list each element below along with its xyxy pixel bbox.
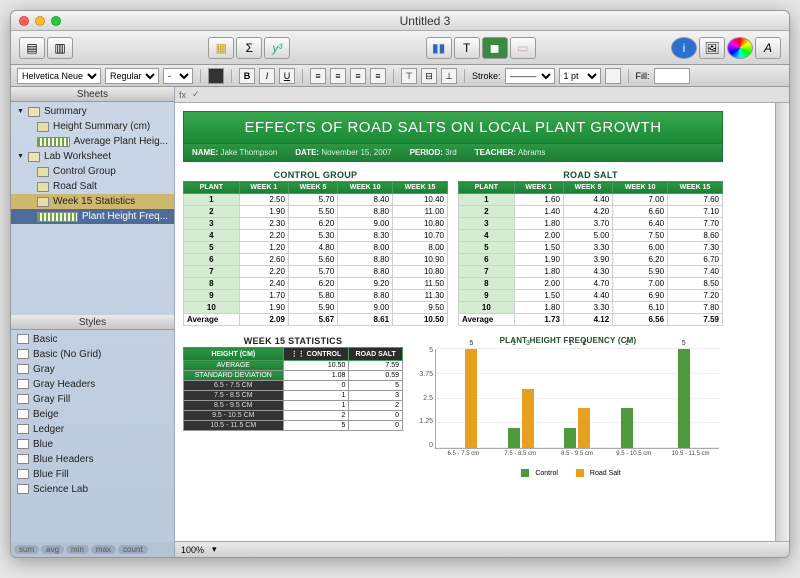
style-item[interactable]: Gray: [11, 362, 174, 377]
inspector-button[interactable]: i: [671, 37, 697, 59]
styles-list: BasicBasic (No Grid)GrayGray HeadersGray…: [11, 330, 174, 543]
control-group-table[interactable]: CONTROL GROUP PLANTWEEK 1WEEK 5WEEK 10WE…: [183, 170, 448, 326]
zoom-level[interactable]: 100%: [181, 545, 204, 555]
plant-height-chart[interactable]: PLANT HEIGHT FREQUENCY (CM) 53.752.51.25…: [413, 336, 723, 477]
format-bar: Helvetica Neue Regular - B I U ≡ ≡ ≡ ≡ ⊤…: [11, 65, 789, 87]
formula-button[interactable]: y³: [264, 37, 290, 59]
styles-header: Styles: [11, 315, 174, 330]
textbox-button[interactable]: T: [454, 37, 480, 59]
doc-title: EFFECTS OF ROAD SALTS ON LOCAL PLANT GRO…: [183, 111, 723, 144]
app-window: Untitled 3 ▤ ▥ ▦ Σ y³ ▮▮ T ◼ ▭ i 🖼 A Hel…: [10, 10, 790, 558]
sidebar: Sheets ▼SummaryHeight Summary (cm)Averag…: [11, 87, 175, 557]
style-item[interactable]: Basic (No Grid): [11, 347, 174, 362]
status-bar: 100% ▾: [175, 541, 789, 557]
view-button[interactable]: ▤: [19, 37, 45, 59]
comment-button[interactable]: ▭: [510, 37, 536, 59]
charts-button[interactable]: ▮▮: [426, 37, 452, 59]
fill-label: Fill:: [636, 71, 650, 81]
style-item[interactable]: Beige: [11, 407, 174, 422]
sidebar-item[interactable]: Control Group: [11, 164, 174, 179]
footer-pill[interactable]: count: [118, 545, 148, 554]
underline-button[interactable]: U: [279, 68, 295, 84]
sidebar-item[interactable]: Plant Height Freq...: [11, 209, 174, 224]
valign-bottom-button[interactable]: ⊥: [441, 68, 457, 84]
sidebar-footer: sumavgminmaxcount: [11, 542, 174, 557]
shapes-button[interactable]: ◼: [482, 37, 508, 59]
valign-middle-button[interactable]: ⊟: [421, 68, 437, 84]
main-toolbar: ▤ ▥ ▦ Σ y³ ▮▮ T ◼ ▭ i 🖼 A: [11, 31, 789, 65]
style-item[interactable]: Blue: [11, 437, 174, 452]
italic-button[interactable]: I: [259, 68, 275, 84]
footer-pill[interactable]: avg: [41, 545, 64, 554]
road-salt-table[interactable]: ROAD SALT PLANTWEEK 1WEEK 5WEEK 10WEEK 1…: [458, 170, 723, 326]
valign-top-button[interactable]: ⊤: [401, 68, 417, 84]
sheets-list: ▼SummaryHeight Summary (cm)Average Plant…: [11, 102, 174, 315]
font-family-select[interactable]: Helvetica Neue: [17, 68, 101, 84]
checkmark-icon[interactable]: ✓: [192, 89, 200, 100]
style-item[interactable]: Ledger: [11, 422, 174, 437]
stroke-label: Stroke:: [472, 71, 501, 81]
fx-label: fx: [179, 90, 186, 100]
style-item[interactable]: Blue Fill: [11, 467, 174, 482]
footer-pill[interactable]: min: [66, 545, 89, 554]
chart-legend: ControlRoad Salt: [413, 469, 723, 477]
align-right-button[interactable]: ≡: [350, 68, 366, 84]
sidebar-item[interactable]: Road Salt: [11, 179, 174, 194]
zoom-icon[interactable]: [51, 16, 61, 26]
titlebar: Untitled 3: [11, 11, 789, 31]
stroke-style-select[interactable]: ———: [505, 68, 555, 84]
colors-button[interactable]: [727, 37, 753, 59]
tables-button[interactable]: ▦: [208, 37, 234, 59]
footer-pill[interactable]: max: [91, 545, 116, 554]
style-item[interactable]: Basic: [11, 332, 174, 347]
style-item[interactable]: Gray Headers: [11, 377, 174, 392]
style-item[interactable]: Science Lab: [11, 482, 174, 497]
minimize-icon[interactable]: [35, 16, 45, 26]
align-justify-button[interactable]: ≡: [370, 68, 386, 84]
sidebar-item[interactable]: Average Plant Heig...: [11, 134, 174, 149]
align-center-button[interactable]: ≡: [330, 68, 346, 84]
align-left-button[interactable]: ≡: [310, 68, 326, 84]
sidebar-item[interactable]: Week 15 Statistics: [11, 194, 174, 209]
text-color-button[interactable]: [208, 68, 224, 84]
font-weight-select[interactable]: Regular: [105, 68, 159, 84]
style-item[interactable]: Blue Headers: [11, 452, 174, 467]
close-icon[interactable]: [19, 16, 29, 26]
fill-color-button[interactable]: [654, 68, 690, 84]
sidebar-item[interactable]: Height Summary (cm): [11, 119, 174, 134]
sidebar-item[interactable]: ▼Lab Worksheet: [11, 149, 174, 164]
canvas[interactable]: EFFECTS OF ROAD SALTS ON LOCAL PLANT GRO…: [175, 103, 775, 541]
stroke-color-button[interactable]: [605, 68, 621, 84]
footer-pill[interactable]: sum: [14, 545, 39, 554]
vertical-scrollbar[interactable]: [775, 103, 789, 541]
media-button[interactable]: 🖼: [699, 37, 725, 59]
functions-button[interactable]: Σ: [236, 37, 262, 59]
sidebar-item[interactable]: ▼Summary: [11, 104, 174, 119]
formula-bar[interactable]: fx ✓: [175, 87, 789, 103]
window-title: Untitled 3: [61, 14, 789, 28]
style-item[interactable]: Gray Fill: [11, 392, 174, 407]
chevron-down-icon[interactable]: ▾: [212, 544, 217, 555]
sheet-button[interactable]: ▥: [47, 37, 73, 59]
doc-meta: NAME: Jake Thompson DATE: November 15, 2…: [183, 144, 723, 162]
sheets-header: Sheets: [11, 87, 174, 102]
font-size-select[interactable]: -: [163, 68, 193, 84]
bold-button[interactable]: B: [239, 68, 255, 84]
week15-stats-table[interactable]: WEEK 15 STATISTICS HEIGHT (CM)⋮⋮ CONTROL…: [183, 336, 403, 477]
stroke-width-select[interactable]: 1 pt: [559, 68, 601, 84]
fonts-button[interactable]: A: [755, 37, 781, 59]
